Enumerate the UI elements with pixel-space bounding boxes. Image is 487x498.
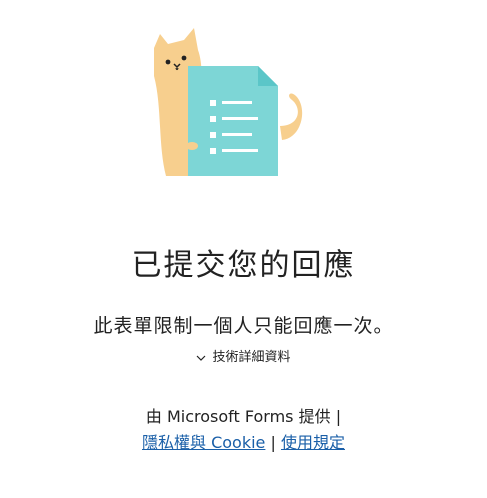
technical-details-label: 技術詳細資料 <box>212 350 291 365</box>
powered-by-text: 由 Microsoft Forms 提供 | <box>145 407 342 426</box>
footer: 由 Microsoft Forms 提供 | 隱私權與 Cookie | 使用規… <box>0 404 487 456</box>
technical-details-toggle[interactable]: 技術詳細資料 <box>0 346 487 365</box>
chevron-down-icon <box>197 355 206 361</box>
terms-of-use-link[interactable]: 使用規定 <box>281 433 345 452</box>
footer-separator: | <box>270 433 276 452</box>
privacy-cookie-link[interactable]: 隱私權與 Cookie <box>142 433 265 452</box>
cat-with-document-icon <box>154 28 303 176</box>
confirmation-title: 已提交您的回應 <box>131 248 356 283</box>
confirmation-message: 此表單限制一個人只能回應一次。 <box>93 315 394 337</box>
